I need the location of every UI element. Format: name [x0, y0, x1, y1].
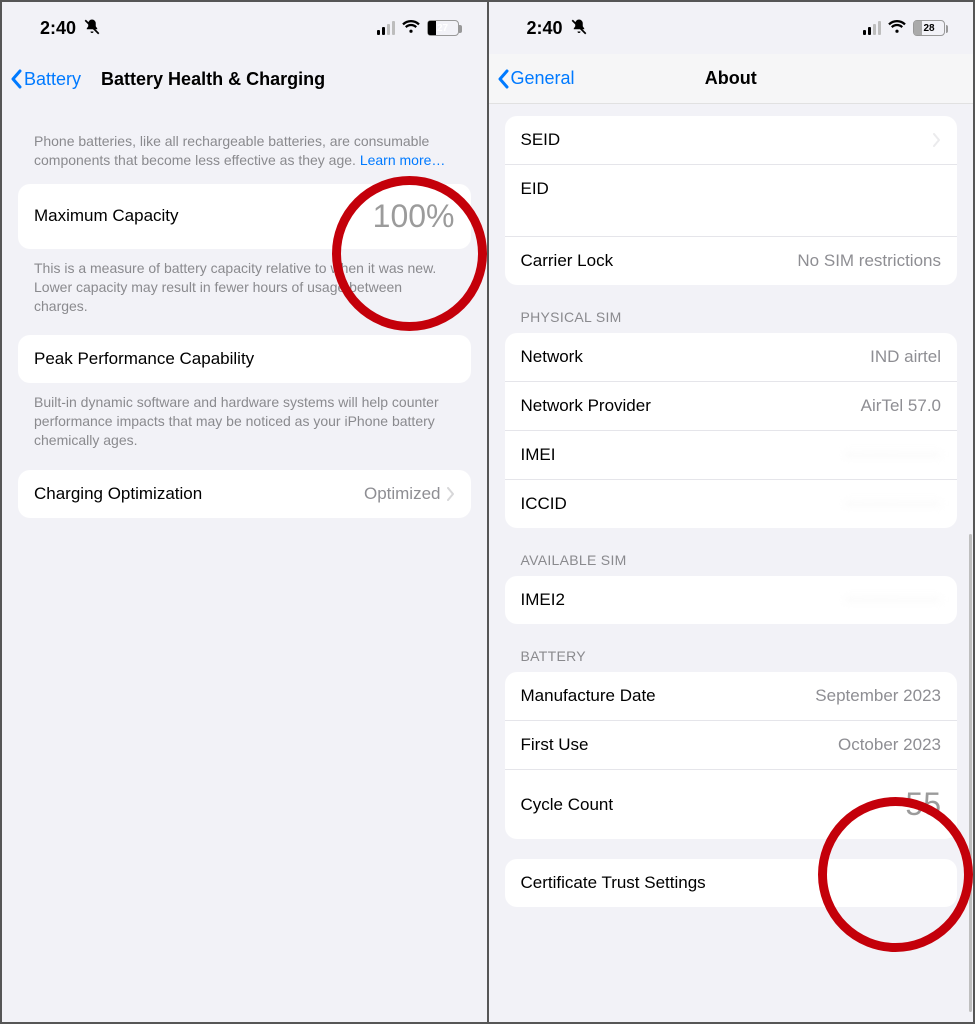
peak-performance-label: Peak Performance Capability [34, 349, 254, 369]
imei-label: IMEI [521, 445, 556, 465]
seid-label: SEID [521, 130, 561, 150]
charging-optimization-row[interactable]: Charging Optimization Optimized [18, 470, 471, 518]
nav-bar: General About [489, 54, 974, 104]
peak-performance-row[interactable]: Peak Performance Capability [18, 335, 471, 383]
learn-more-link[interactable]: Learn more… [360, 152, 446, 168]
scrollbar[interactable] [969, 142, 972, 1012]
network-label: Network [521, 347, 583, 367]
maximum-capacity-value: 100% [373, 198, 455, 235]
imei2-label: IMEI2 [521, 590, 565, 610]
maximum-capacity-label: Maximum Capacity [34, 206, 179, 226]
section-header-physical-sim: PHYSICAL SIM [505, 285, 958, 333]
back-label: Battery [24, 69, 81, 90]
carrier-lock-label: Carrier Lock [521, 251, 614, 271]
charging-optimization-label: Charging Optimization [34, 484, 202, 504]
intro-note: Phone batteries, like all rechargeable b… [18, 104, 471, 184]
eid-label: EID [521, 179, 549, 199]
imei2-value: ──────── [845, 590, 941, 610]
manufacture-date-row: Manufacture Date September 2023 [505, 672, 958, 720]
silent-mode-icon [570, 18, 588, 41]
wifi-icon [401, 18, 421, 39]
cycle-count-row: Cycle Count 55 [505, 769, 958, 839]
imei2-row: IMEI2 ──────── [505, 576, 958, 624]
iccid-value: ──────── [845, 494, 941, 514]
certificate-trust-label: Certificate Trust Settings [521, 873, 706, 893]
manufacture-date-label: Manufacture Date [521, 686, 656, 706]
back-button[interactable]: General [497, 68, 575, 89]
carrier-lock-row: Carrier Lock No SIM restrictions [505, 236, 958, 285]
imei-row: IMEI ──────── [505, 430, 958, 479]
section-header-battery: BATTERY [505, 624, 958, 672]
section-header-available-sim: AVAILABLE SIM [505, 528, 958, 576]
wifi-icon [887, 18, 907, 39]
nav-bar: Battery Battery Health & Charging [2, 54, 487, 104]
page-title: Battery Health & Charging [101, 69, 325, 90]
cellular-signal-icon [377, 21, 395, 35]
battery-icon: 28 [913, 20, 945, 36]
maximum-capacity-note: This is a measure of battery capacity re… [18, 249, 471, 336]
network-provider-label: Network Provider [521, 396, 651, 416]
peak-performance-note: Built-in dynamic software and hardware s… [18, 383, 471, 470]
status-bar: 2:40 27 [2, 2, 487, 54]
battery-percent: 28 [914, 23, 944, 34]
page-title: About [705, 68, 757, 89]
chevron-right-icon [933, 133, 941, 147]
iccid-row: ICCID ──────── [505, 479, 958, 528]
network-provider-value: AirTel 57.0 [861, 396, 941, 416]
certificate-trust-row[interactable]: Certificate Trust Settings [505, 859, 958, 907]
first-use-row: First Use October 2023 [505, 720, 958, 769]
silent-mode-icon [83, 18, 101, 41]
network-value: IND airtel [870, 347, 941, 367]
cellular-signal-icon [863, 21, 881, 35]
seid-row[interactable]: SEID [505, 116, 958, 164]
status-time: 2:40 [40, 18, 76, 39]
eid-row: EID [505, 164, 958, 236]
battery-icon: 27 [427, 20, 459, 36]
charging-optimization-value: Optimized [364, 484, 455, 504]
carrier-lock-value: No SIM restrictions [797, 251, 941, 271]
chevron-left-icon [10, 69, 22, 89]
manufacture-date-value: September 2023 [815, 686, 941, 706]
cycle-count-value: 55 [905, 786, 941, 823]
network-row: Network IND airtel [505, 333, 958, 381]
first-use-value: October 2023 [838, 735, 941, 755]
chevron-right-icon [447, 487, 455, 501]
iccid-label: ICCID [521, 494, 567, 514]
back-label: General [511, 68, 575, 89]
chevron-left-icon [497, 69, 509, 89]
first-use-label: First Use [521, 735, 589, 755]
status-time: 2:40 [527, 18, 563, 39]
imei-value: ──────── [845, 445, 941, 465]
maximum-capacity-row: Maximum Capacity 100% [18, 184, 471, 249]
battery-percent: 27 [428, 23, 458, 34]
back-button[interactable]: Battery [10, 69, 81, 90]
network-provider-row: Network Provider AirTel 57.0 [505, 381, 958, 430]
cycle-count-label: Cycle Count [521, 795, 614, 815]
status-bar: 2:40 28 [489, 2, 974, 54]
